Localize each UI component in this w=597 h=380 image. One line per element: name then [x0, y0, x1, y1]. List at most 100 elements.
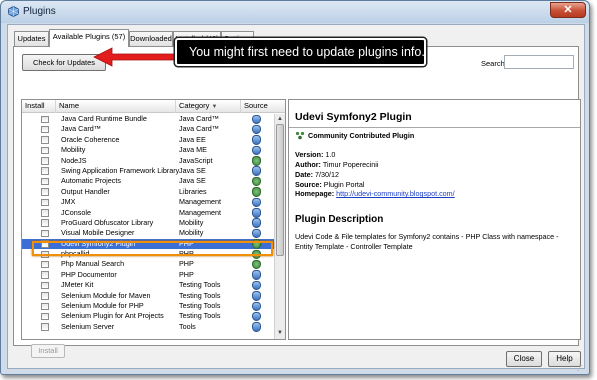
homepage-label: Homepage:	[295, 189, 335, 198]
netbeans-source-icon	[252, 280, 261, 291]
column-header-category[interactable]: Category ▼	[176, 100, 241, 113]
table-row[interactable]: Selenium Server Tools	[22, 322, 274, 332]
plugin-name: Php Manual Search	[61, 259, 125, 269]
install-checkbox[interactable]	[41, 125, 49, 134]
table-row[interactable]: Output Handler Libraries	[22, 187, 274, 197]
table-row[interactable]: Java Card™ Java Card™	[22, 124, 274, 135]
netbeans-source-icon	[252, 166, 261, 176]
table-row[interactable]: JMX Management	[22, 197, 274, 208]
plugin-category: PHP	[179, 259, 194, 269]
community-plugin-icon	[295, 131, 305, 140]
plugin-name: Output Handler	[61, 186, 110, 196]
table-row[interactable]: Swing Application Framework Library Java …	[22, 166, 274, 176]
netbeans-source-icon	[252, 311, 261, 322]
table-row[interactable]: Mobility Java ME	[22, 145, 274, 156]
install-checkbox[interactable]	[41, 292, 49, 300]
table-row[interactable]: Visual Mobile Designer Mobility	[22, 228, 274, 239]
title-bar[interactable]: Plugins ✕	[1, 1, 589, 23]
details-title: Udevi Symfony2 Plugin	[295, 111, 412, 123]
author-label: Author:	[295, 160, 321, 169]
community-source-icon	[252, 249, 261, 260]
install-checkbox[interactable]	[41, 229, 49, 238]
plugin-name: Udevi Symfony2 Plugin	[61, 238, 136, 248]
install-checkbox[interactable]	[41, 157, 49, 165]
plugin-name: phpcallid	[61, 249, 90, 259]
install-checkbox[interactable]	[41, 188, 49, 196]
plugin-category: Testing Tools	[179, 290, 221, 300]
search-input[interactable]	[504, 55, 574, 69]
description-text: Udevi Code & File templates for Symfony2…	[295, 232, 559, 251]
netbeans-source-icon	[252, 124, 261, 135]
table-row[interactable]: Java Card Runtime Bundle Java Card™	[22, 114, 274, 124]
plugin-name: JMeter Kit	[61, 280, 94, 290]
plugin-category: PHP	[179, 269, 194, 279]
column-header-category-label: Category	[179, 101, 210, 110]
plugin-category: Testing Tools	[179, 280, 221, 290]
window-close-button[interactable]: ✕	[550, 2, 586, 18]
install-checkbox[interactable]	[41, 323, 49, 331]
table-row[interactable]: phpcallid PHP	[22, 249, 274, 260]
homepage-field: Homepage: http://udevi-community.blogspo…	[295, 189, 455, 198]
description-heading: Plugin Description	[295, 214, 384, 225]
plugin-category: Java Card™	[179, 124, 219, 134]
plugin-category: Mobility	[179, 217, 204, 227]
tab-updates[interactable]: Updates	[14, 31, 49, 46]
install-checkbox[interactable]	[41, 281, 49, 290]
install-checkbox[interactable]	[41, 177, 49, 186]
install-checkbox[interactable]	[41, 240, 49, 248]
table-row[interactable]: PHP Documentor PHP	[22, 270, 274, 280]
scroll-up-arrow-icon[interactable]: ▲	[275, 114, 285, 124]
table-row[interactable]: Selenium Module for PHP Testing Tools	[22, 301, 274, 312]
table-row[interactable]: Php Manual Search PHP	[22, 259, 274, 270]
version-field: Version: 1.0	[295, 150, 335, 159]
table-row[interactable]: JMeter Kit Testing Tools	[22, 280, 274, 291]
table-rows: Java Card Runtime Bundle Java Card™ Java C…	[22, 114, 274, 332]
install-checkbox[interactable]	[41, 136, 49, 144]
install-button[interactable]: Install	[31, 344, 65, 358]
table-row[interactable]: Selenium Plugin for Ant Projects Testing …	[22, 311, 274, 322]
table-row[interactable]: JConsole Management	[22, 208, 274, 218]
install-checkbox[interactable]	[41, 219, 49, 227]
install-checkbox[interactable]	[41, 302, 49, 311]
resize-grip-icon[interactable]: ⋰	[577, 365, 587, 373]
plugin-name: Selenium Module for PHP	[61, 301, 144, 311]
table-row[interactable]: Automatic Projects Java SE	[22, 176, 274, 187]
column-header-source[interactable]: Source	[241, 100, 285, 113]
close-button[interactable]: Close	[506, 351, 542, 367]
table-scrollbar[interactable]: ▲ ▼	[274, 114, 285, 339]
install-checkbox[interactable]	[41, 260, 49, 269]
column-header-install[interactable]: Install	[22, 100, 56, 113]
table-row[interactable]: Oracle Coherence Java EE	[22, 135, 274, 145]
plugin-name: Visual Mobile Designer	[61, 228, 135, 238]
dialog-client-area: Updates Available Plugins (57) Downloade…	[7, 24, 585, 369]
column-header-name[interactable]: Name	[56, 100, 176, 113]
callout-arrow-icon	[93, 47, 177, 67]
table-row[interactable]: ProGuard Obfuscator Library Mobility	[22, 218, 274, 228]
install-checkbox[interactable]	[41, 250, 49, 259]
community-source-icon	[252, 187, 261, 197]
plugin-name: Selenium Module for Maven	[61, 290, 151, 300]
homepage-link[interactable]: http://udevi-community.blogspot.com/	[336, 189, 455, 198]
netbeans-source-icon	[252, 197, 261, 208]
version-value: 1.0	[325, 150, 336, 159]
scroll-thumb[interactable]	[276, 124, 284, 256]
tab-downloaded[interactable]: Downloaded	[129, 31, 173, 46]
netbeans-source-icon	[252, 208, 261, 218]
table-row[interactable]: Selenium Module for Maven Testing Tools	[22, 291, 274, 301]
install-checkbox[interactable]	[41, 312, 49, 321]
table-row[interactable]: Udevi Symfony2 Plugin PHP	[22, 238, 274, 250]
plugin-category: Java SE	[179, 165, 206, 175]
install-checkbox[interactable]	[41, 209, 49, 217]
table-row[interactable]: NodeJS JavaScript	[22, 156, 274, 166]
version-label: Version:	[295, 150, 324, 159]
plugin-name: Oracle Coherence	[61, 134, 120, 144]
install-checkbox[interactable]	[41, 198, 49, 207]
install-checkbox[interactable]	[41, 115, 49, 123]
install-checkbox[interactable]	[41, 167, 49, 175]
source-label: Source:	[295, 180, 322, 189]
date-label: Date:	[295, 170, 313, 179]
scroll-down-arrow-icon[interactable]: ▼	[275, 328, 285, 338]
install-checkbox[interactable]	[41, 271, 49, 279]
install-checkbox[interactable]	[41, 146, 49, 155]
plugin-category: Mobility	[179, 228, 204, 238]
